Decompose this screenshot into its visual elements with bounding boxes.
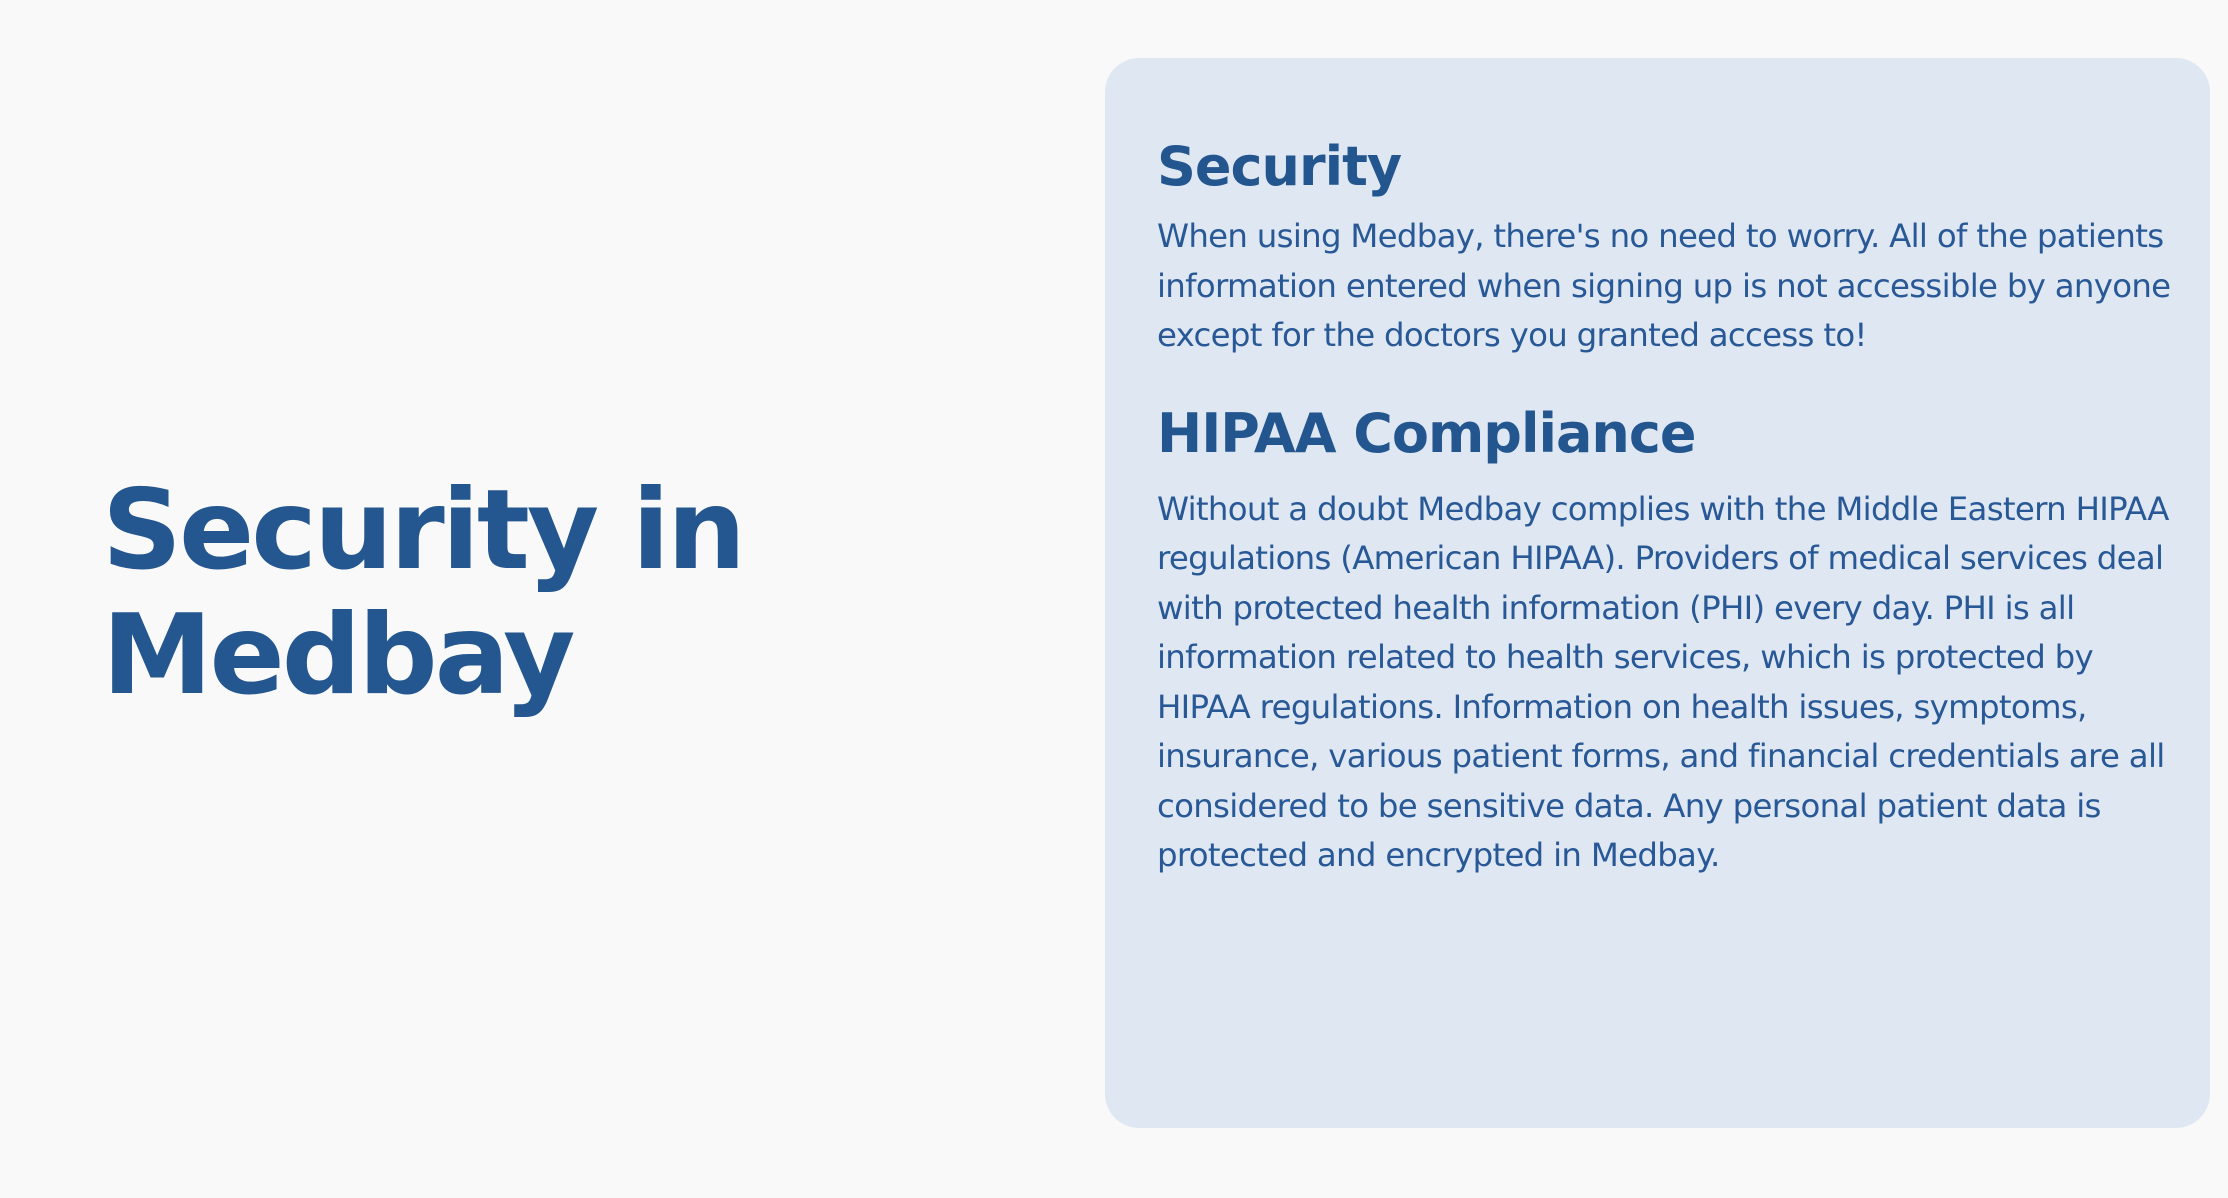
- page-title-line-1: Security in: [102, 466, 746, 595]
- page-title: Security in Medbay: [102, 468, 902, 718]
- security-heading: Security: [1157, 135, 1402, 198]
- hipaa-compliance-description: Without a doubt Medbay complies with the…: [1157, 489, 2169, 875]
- page-title-line-2: Medbay: [102, 591, 575, 720]
- security-description: When using Medbay, there's no need to wo…: [1157, 217, 2171, 354]
- security-info-card: Security When using Medbay, there's no n…: [1105, 58, 2210, 1128]
- hipaa-compliance-heading: HIPAA Compliance: [1157, 401, 1696, 465]
